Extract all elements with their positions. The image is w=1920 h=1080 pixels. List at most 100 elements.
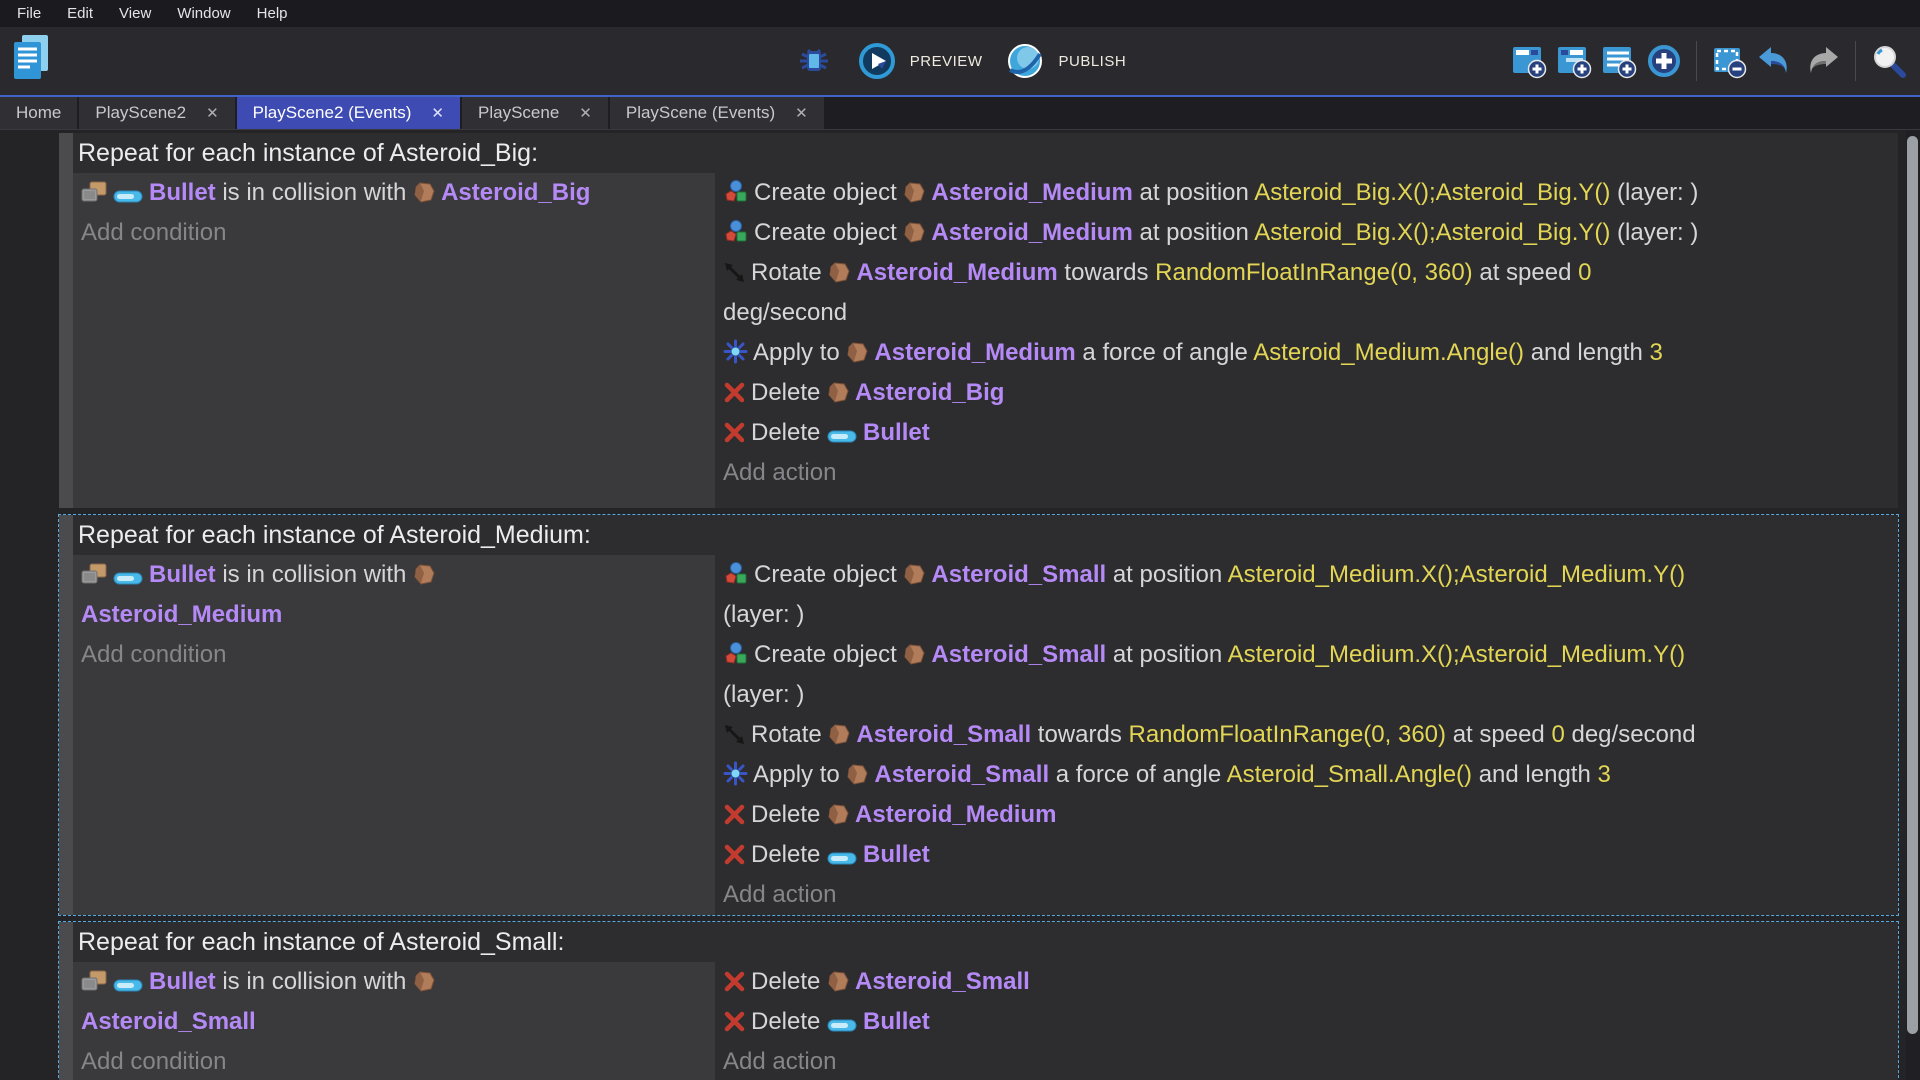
vertical-scrollbar-thumb[interactable] [1907, 136, 1918, 1034]
add-comment-button[interactable] [1601, 43, 1637, 79]
preview-button[interactable]: PREVIEW [858, 42, 983, 80]
debugger-button[interactable] [794, 41, 834, 81]
object-name: Bullet [863, 419, 930, 446]
expression: 0 [1578, 259, 1591, 286]
event-header[interactable]: Repeat for each instance of Asteroid_Med… [73, 515, 1898, 555]
tab-playscene-events[interactable]: PlayScene (Events)✕ [610, 97, 824, 129]
row-text: Delete [751, 841, 827, 868]
row-text: Apply to [753, 761, 846, 788]
action-row[interactable]: Apply to Asteroid_Medium a force of angl… [723, 333, 1892, 373]
tab-close-icon[interactable]: ✕ [579, 104, 592, 122]
action-row[interactable]: Delete Bullet [723, 835, 1892, 875]
add-other-button[interactable] [1646, 43, 1682, 79]
preview-play-icon [858, 42, 896, 80]
asteroid-icon [413, 181, 436, 204]
row-text: Rotate [751, 259, 828, 286]
add-subevent-button[interactable] [1556, 43, 1592, 79]
add-condition-button[interactable]: Add condition [81, 213, 707, 253]
row-text: Delete [751, 1008, 827, 1035]
add-action-button[interactable]: Add action [723, 453, 1892, 493]
asteroid-icon [903, 221, 926, 244]
condition-row[interactable]: Bullet is in collision with Asteroid_Big [81, 173, 707, 213]
toolbar-separator [1696, 41, 1697, 81]
row-text: Delete [751, 968, 827, 995]
bullet-icon [113, 189, 144, 204]
add-action-button[interactable]: Add action [723, 1042, 1892, 1080]
menu-view[interactable]: View [106, 5, 164, 22]
object-name: Asteroid_Big [855, 379, 1004, 406]
tab-playscene2[interactable]: PlayScene2✕ [79, 97, 234, 129]
row-text: Delete [751, 801, 827, 828]
vertical-scrollbar[interactable] [1906, 130, 1920, 1080]
menu-window[interactable]: Window [164, 5, 243, 22]
event-header[interactable]: Repeat for each instance of Asteroid_Big… [73, 133, 1898, 173]
add-condition-button[interactable]: Add condition [81, 1042, 707, 1080]
menu-file[interactable]: File [4, 5, 54, 22]
asteroid-icon [413, 970, 436, 993]
tab-playscene2-events[interactable]: PlayScene2 (Events)✕ [237, 97, 460, 129]
row-text: Create object [754, 219, 903, 246]
asteroid-icon [827, 970, 850, 993]
events-sheet: Repeat for each instance of Asteroid_Big… [0, 129, 1920, 1080]
redo-button[interactable] [1803, 43, 1841, 79]
add-condition-button[interactable]: Add condition [81, 635, 707, 675]
row-text: Create object [754, 561, 903, 588]
tab-close-icon[interactable]: ✕ [431, 104, 444, 122]
tab-label: Home [16, 103, 61, 123]
action-row[interactable]: Rotate Asteroid_Small towards RandomFloa… [723, 715, 1892, 755]
asteroid-icon [903, 563, 926, 586]
action-row[interactable]: Delete Bullet [723, 1002, 1892, 1042]
bullet-icon [827, 1018, 858, 1033]
action-row[interactable]: Delete Bullet [723, 413, 1892, 453]
undo-button[interactable] [1756, 43, 1794, 79]
row-text: towards [1031, 721, 1128, 748]
row-text: at position [1106, 641, 1227, 668]
action-row[interactable]: Rotate Asteroid_Medium towards RandomFlo… [723, 253, 1892, 333]
action-row[interactable]: Apply to Asteroid_Small a force of angle… [723, 755, 1892, 795]
action-row[interactable]: Create object Asteroid_Small at position… [723, 635, 1892, 715]
menu-help[interactable]: Help [244, 5, 301, 22]
rotate-icon [723, 261, 746, 284]
row-text: at position [1133, 179, 1254, 206]
expression: 3 [1649, 339, 1662, 366]
row-text: Create object [754, 641, 903, 668]
row-text: at speed [1446, 721, 1551, 748]
tab-playscene[interactable]: PlayScene✕ [462, 97, 608, 129]
object-name: Asteroid_Medium [856, 259, 1057, 286]
main-toolbar: PREVIEW PUBLISH [0, 27, 1920, 95]
row-text: towards [1058, 259, 1155, 286]
condition-row[interactable]: Bullet is in collision with Asteroid_Sma… [81, 962, 707, 1042]
row-text: at position [1106, 561, 1227, 588]
publish-button[interactable]: PUBLISH [1006, 42, 1126, 80]
action-row[interactable]: Delete Asteroid_Small [723, 962, 1892, 1002]
object-name: Bullet [149, 561, 216, 588]
delete-icon [723, 1010, 746, 1033]
tab-close-icon[interactable]: ✕ [206, 104, 219, 122]
force-icon [723, 339, 748, 364]
row-text: a force of angle [1049, 761, 1226, 788]
action-row[interactable]: Create object Asteroid_Medium at positio… [723, 173, 1892, 213]
action-row[interactable]: Create object Asteroid_Medium at positio… [723, 213, 1892, 253]
tab-home[interactable]: Home [0, 97, 77, 129]
asteroid-icon [827, 381, 850, 404]
search-button[interactable] [1870, 42, 1908, 80]
event-header[interactable]: Repeat for each instance of Asteroid_Sma… [73, 922, 1898, 962]
tab-bar: HomePlayScene2✕PlayScene2 (Events)✕PlayS… [0, 95, 1920, 129]
row-text: and length [1524, 339, 1649, 366]
add-action-button[interactable]: Add action [723, 875, 1892, 915]
delete-selection-button[interactable] [1711, 43, 1747, 79]
condition-row[interactable]: Bullet is in collision with Asteroid_Med… [81, 555, 707, 635]
add-event-button[interactable] [1511, 43, 1547, 79]
project-manager-button[interactable] [10, 33, 52, 83]
row-text: Delete [751, 419, 827, 446]
tab-close-icon[interactable]: ✕ [795, 104, 808, 122]
action-row[interactable]: Delete Asteroid_Medium [723, 795, 1892, 835]
row-text: at speed [1473, 259, 1578, 286]
row-text: Rotate [751, 721, 828, 748]
event-block: Repeat for each instance of Asteroid_Sma… [59, 922, 1898, 1080]
menu-edit[interactable]: Edit [54, 5, 106, 22]
action-row[interactable]: Delete Asteroid_Big [723, 373, 1892, 413]
action-row[interactable]: Create object Asteroid_Small at position… [723, 555, 1892, 635]
asteroid-icon [903, 181, 926, 204]
actions-panel: Create object Asteroid_Small at position… [715, 555, 1898, 915]
